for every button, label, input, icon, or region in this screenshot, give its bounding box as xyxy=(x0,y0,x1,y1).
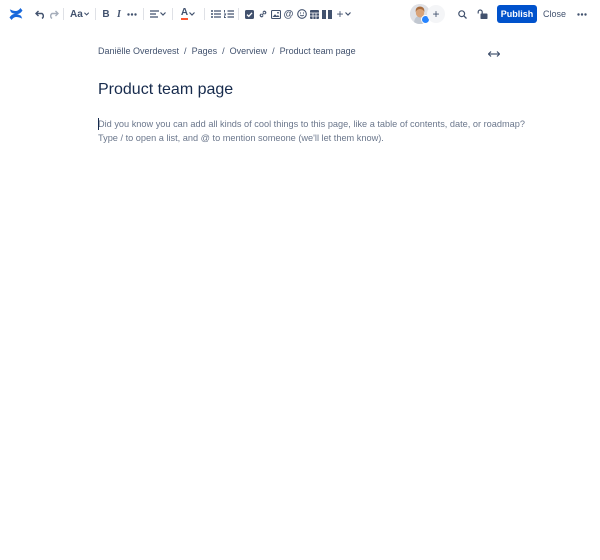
table-icon xyxy=(310,9,319,19)
italic-button[interactable]: I xyxy=(114,6,124,22)
bullet-list-button[interactable] xyxy=(210,6,221,22)
toolbar-divider xyxy=(63,8,64,20)
expand-width-icon xyxy=(487,51,501,57)
chevron-down-icon xyxy=(189,12,196,16)
checkbox-icon xyxy=(245,9,254,19)
breadcrumb: Daniëlle Overdevest / Pages / Overview /… xyxy=(98,46,356,56)
toolbar-divider xyxy=(95,8,96,20)
text-color-label: A xyxy=(180,7,189,20)
breadcrumb-overview[interactable]: Overview xyxy=(230,46,268,56)
insert-dropdown[interactable]: + xyxy=(335,6,352,22)
toolbar-divider xyxy=(172,8,173,20)
breadcrumb-current-page[interactable]: Product team page xyxy=(280,46,356,56)
mention-label: @ xyxy=(283,8,294,20)
more-actions-button[interactable] xyxy=(576,6,588,22)
emoji-icon xyxy=(296,9,307,19)
breadcrumb-separator: / xyxy=(272,46,275,56)
editor-body[interactable]: Did you know you can add all kinds of co… xyxy=(98,117,525,145)
bullet-list-icon xyxy=(210,10,221,18)
page-title[interactable]: Product team page xyxy=(98,81,233,99)
breadcrumb-pages[interactable]: Pages xyxy=(192,46,218,56)
invite-label: + xyxy=(432,7,440,21)
undo-icon[interactable] xyxy=(34,6,46,22)
more-icon xyxy=(127,12,137,16)
text-cursor xyxy=(98,118,99,130)
close-button[interactable]: Close xyxy=(541,5,568,23)
toolbar-divider xyxy=(238,8,239,20)
emoji-button[interactable] xyxy=(296,6,307,22)
toolbar-divider xyxy=(143,8,144,20)
layouts-icon xyxy=(321,9,332,19)
text-color-dropdown[interactable]: A xyxy=(179,6,197,22)
action-item-button[interactable] xyxy=(244,6,255,22)
chevron-down-icon xyxy=(160,12,166,16)
table-button[interactable] xyxy=(309,6,320,22)
find-replace-button[interactable] xyxy=(457,6,468,22)
text-style-dropdown[interactable]: Aa xyxy=(70,6,89,22)
restrictions-button[interactable] xyxy=(476,6,488,22)
link-button[interactable] xyxy=(257,6,268,22)
image-icon xyxy=(270,9,281,19)
placeholder-text-line-2: Type / to open a list, and @ to mention … xyxy=(98,133,384,143)
publish-button[interactable]: Publish xyxy=(497,5,537,23)
placeholder-text-line-1: Did you know you can add all kinds of co… xyxy=(98,119,525,129)
editor-toolbar: Aa B I A @ + + Publish Close xyxy=(0,0,600,28)
bold-button[interactable]: B xyxy=(101,6,111,22)
invite-button[interactable]: + xyxy=(427,5,445,23)
chevron-down-icon xyxy=(83,12,89,16)
confluence-logo[interactable] xyxy=(8,6,24,22)
mention-button[interactable]: @ xyxy=(283,6,294,22)
breadcrumb-separator: / xyxy=(184,46,187,56)
more-icon xyxy=(577,12,587,16)
align-left-icon xyxy=(150,10,159,18)
search-icon xyxy=(458,9,467,19)
toolbar-divider xyxy=(204,8,205,20)
unlock-icon xyxy=(477,9,487,19)
italic-label: I xyxy=(117,8,121,20)
breadcrumb-separator: / xyxy=(222,46,225,56)
more-formatting-button[interactable] xyxy=(126,6,138,22)
insert-label: + xyxy=(336,7,344,21)
alignment-dropdown[interactable] xyxy=(149,6,167,22)
bold-label: B xyxy=(102,8,110,20)
page-width-toggle[interactable] xyxy=(487,46,501,57)
numbered-list-icon xyxy=(223,10,234,18)
link-icon xyxy=(259,10,266,18)
numbered-list-button[interactable] xyxy=(223,6,234,22)
breadcrumb-space[interactable]: Daniëlle Overdevest xyxy=(98,46,179,56)
text-style-label: Aa xyxy=(70,8,83,20)
layouts-button[interactable] xyxy=(321,6,332,22)
image-button[interactable] xyxy=(270,6,281,22)
chevron-down-icon xyxy=(344,12,351,16)
redo-icon[interactable] xyxy=(47,6,59,22)
